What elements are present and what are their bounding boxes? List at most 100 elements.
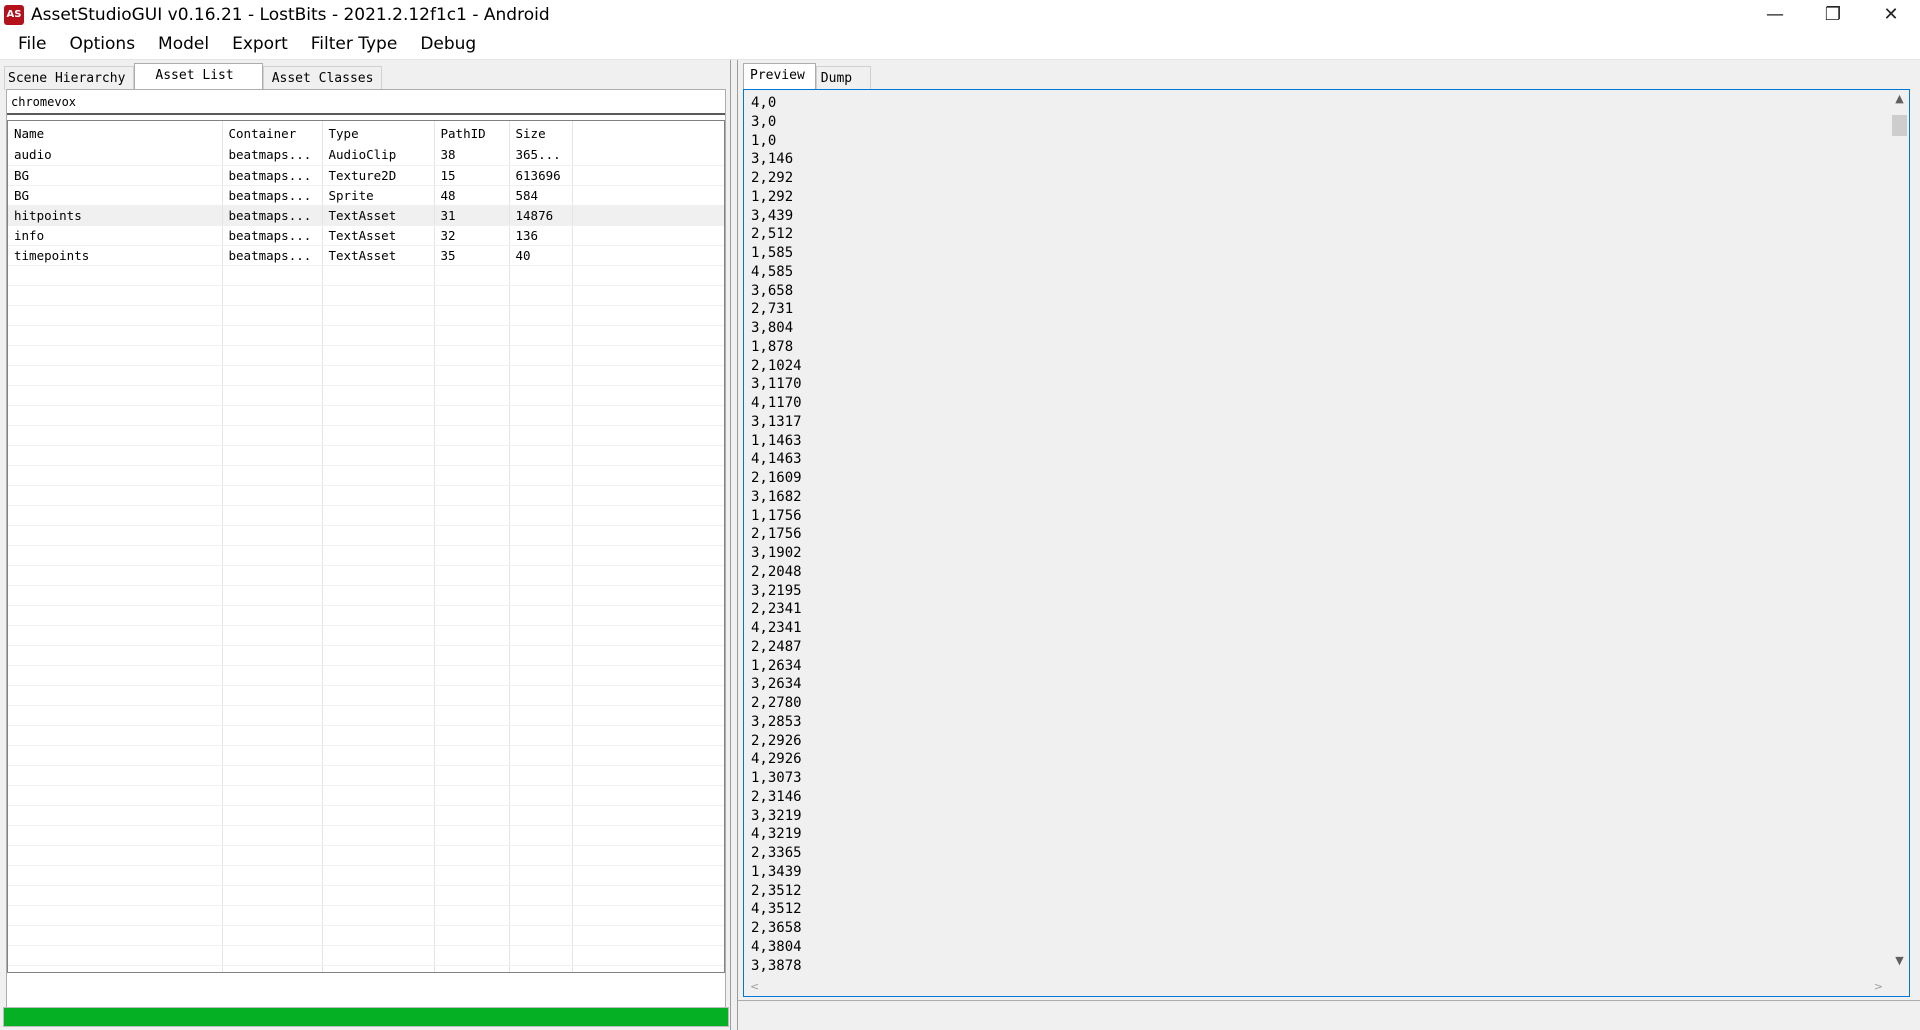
tab-dump[interactable]: Dump xyxy=(815,66,872,90)
menu-file[interactable]: File xyxy=(8,34,56,54)
preview-line: 4,1463 xyxy=(751,451,802,468)
empty-cell xyxy=(8,525,223,546)
empty-cell xyxy=(222,965,323,972)
empty-cell xyxy=(434,705,510,726)
empty-cell xyxy=(222,925,323,946)
empty-cell xyxy=(322,265,435,286)
tab-scene-hierarchy[interactable]: Scene Hierarchy xyxy=(4,66,135,90)
empty-cell xyxy=(322,765,435,786)
empty-cell xyxy=(572,605,724,626)
cell-size: 365... xyxy=(509,145,573,166)
vertical-scrollbar[interactable]: ▲ ▼ xyxy=(1890,90,1909,969)
empty-cell xyxy=(434,925,510,946)
scroll-down-icon[interactable]: ▼ xyxy=(1890,952,1909,969)
asset-table: Name Container Type PathID Size audio bea… xyxy=(8,121,724,972)
scroll-right-icon[interactable]: > xyxy=(1874,980,1883,993)
empty-cell xyxy=(509,865,573,886)
tab-asset-list[interactable]: Asset List xyxy=(134,63,263,90)
filter-input[interactable] xyxy=(7,90,725,115)
table-row[interactable]: audio beatmaps... AudioClip 38 365... xyxy=(8,145,724,166)
cell-pathid: 35 xyxy=(434,245,510,266)
empty-cell xyxy=(572,845,724,866)
empty-cell xyxy=(8,705,223,726)
empty-cell xyxy=(8,425,223,446)
table-row[interactable]: info beatmaps... TextAsset 32 136 xyxy=(8,225,724,246)
empty-cell xyxy=(509,525,573,546)
column-header-type[interactable]: Type xyxy=(322,121,435,145)
empty-cell xyxy=(8,405,223,426)
menu-model[interactable]: Model xyxy=(148,34,219,54)
preview-line: 2,2341 xyxy=(751,601,802,618)
empty-cell xyxy=(222,385,323,406)
empty-cell xyxy=(8,385,223,406)
empty-cell xyxy=(434,785,510,806)
right-status-area xyxy=(738,1000,1920,1030)
empty-cell xyxy=(222,365,323,386)
preview-line: 3,1170 xyxy=(751,376,802,393)
close-button[interactable]: ✕ xyxy=(1862,0,1920,29)
preview-line: 2,3365 xyxy=(751,845,802,861)
empty-cell xyxy=(509,585,573,606)
preview-line: 3,804 xyxy=(751,320,794,336)
menu-debug[interactable]: Debug xyxy=(410,34,486,54)
cell-container: beatmaps... xyxy=(222,225,323,246)
column-header-name[interactable]: Name xyxy=(8,121,223,145)
empty-cell xyxy=(222,845,323,866)
empty-cell xyxy=(509,445,573,466)
empty-cell xyxy=(572,525,724,546)
asset-list[interactable]: Name Container Type PathID Size audio bea… xyxy=(7,120,725,973)
preview-text: 4,0 3,0 1,0 3,146 2,292 1,292 3,439 2,512 1,585 4… xyxy=(751,94,802,975)
empty-cell xyxy=(572,785,724,806)
empty-cell xyxy=(8,785,223,806)
column-header-size[interactable]: Size xyxy=(509,121,573,145)
empty-cell xyxy=(509,605,573,626)
empty-row xyxy=(8,285,724,306)
empty-cell xyxy=(509,825,573,846)
empty-cell xyxy=(322,645,435,666)
empty-cell xyxy=(572,485,724,506)
menu-options[interactable]: Options xyxy=(59,34,145,54)
empty-cell xyxy=(572,885,724,906)
cell-type: Sprite xyxy=(322,185,435,206)
empty-cell xyxy=(8,365,223,386)
table-row[interactable]: timepoints beatmaps... TextAsset 35 40 xyxy=(8,245,724,266)
preview-text-area[interactable]: 4,0 3,0 1,0 3,146 2,292 1,292 3,439 2,512 1,585 4… xyxy=(743,89,1910,997)
preview-line: 3,1682 xyxy=(751,488,802,505)
empty-cell xyxy=(322,305,435,326)
horizontal-scrollbar[interactable]: < > xyxy=(744,977,1909,996)
cell-filler xyxy=(572,145,724,166)
tab-preview[interactable]: Preview xyxy=(743,63,816,90)
menu-filter-type[interactable]: Filter Type xyxy=(301,34,408,54)
cell-filler xyxy=(572,165,724,186)
column-header-pathid[interactable]: PathID xyxy=(434,121,510,145)
preview-line: 3,3878 xyxy=(751,957,802,974)
column-header-container[interactable]: Container xyxy=(222,121,323,145)
empty-cell xyxy=(434,545,510,566)
empty-cell xyxy=(572,805,724,826)
preview-line: 2,1756 xyxy=(751,526,802,543)
cell-size: 584 xyxy=(509,185,573,206)
empty-cell xyxy=(8,905,223,926)
preview-line: 1,2634 xyxy=(751,657,802,674)
empty-cell xyxy=(509,385,573,406)
cell-container: beatmaps... xyxy=(222,145,323,166)
empty-cell xyxy=(572,945,724,966)
app-icon: AS xyxy=(4,4,24,25)
table-row[interactable]: BG beatmaps... Sprite 48 584 xyxy=(8,185,724,206)
preview-line: 3,0 xyxy=(751,113,777,130)
restore-button[interactable]: ❐ xyxy=(1804,0,1862,29)
menu-export[interactable]: Export xyxy=(222,34,298,54)
table-row[interactable]: hitpoints beatmaps... TextAsset 31 14876 xyxy=(8,205,724,226)
scroll-thumb[interactable] xyxy=(1892,115,1907,136)
tab-asset-classes[interactable]: Asset Classes xyxy=(262,66,383,90)
cell-pathid: 32 xyxy=(434,225,510,246)
scroll-up-icon[interactable]: ▲ xyxy=(1890,90,1909,107)
empty-row xyxy=(8,785,724,806)
preview-line: 1,878 xyxy=(751,338,794,355)
empty-cell xyxy=(222,425,323,446)
minimize-button[interactable]: — xyxy=(1746,0,1804,29)
empty-cell xyxy=(322,725,435,746)
table-row[interactable]: BG beatmaps... Texture2D 15 613696 xyxy=(8,165,724,186)
scroll-left-icon[interactable]: < xyxy=(750,980,759,993)
preview-line: 1,585 xyxy=(751,245,794,261)
